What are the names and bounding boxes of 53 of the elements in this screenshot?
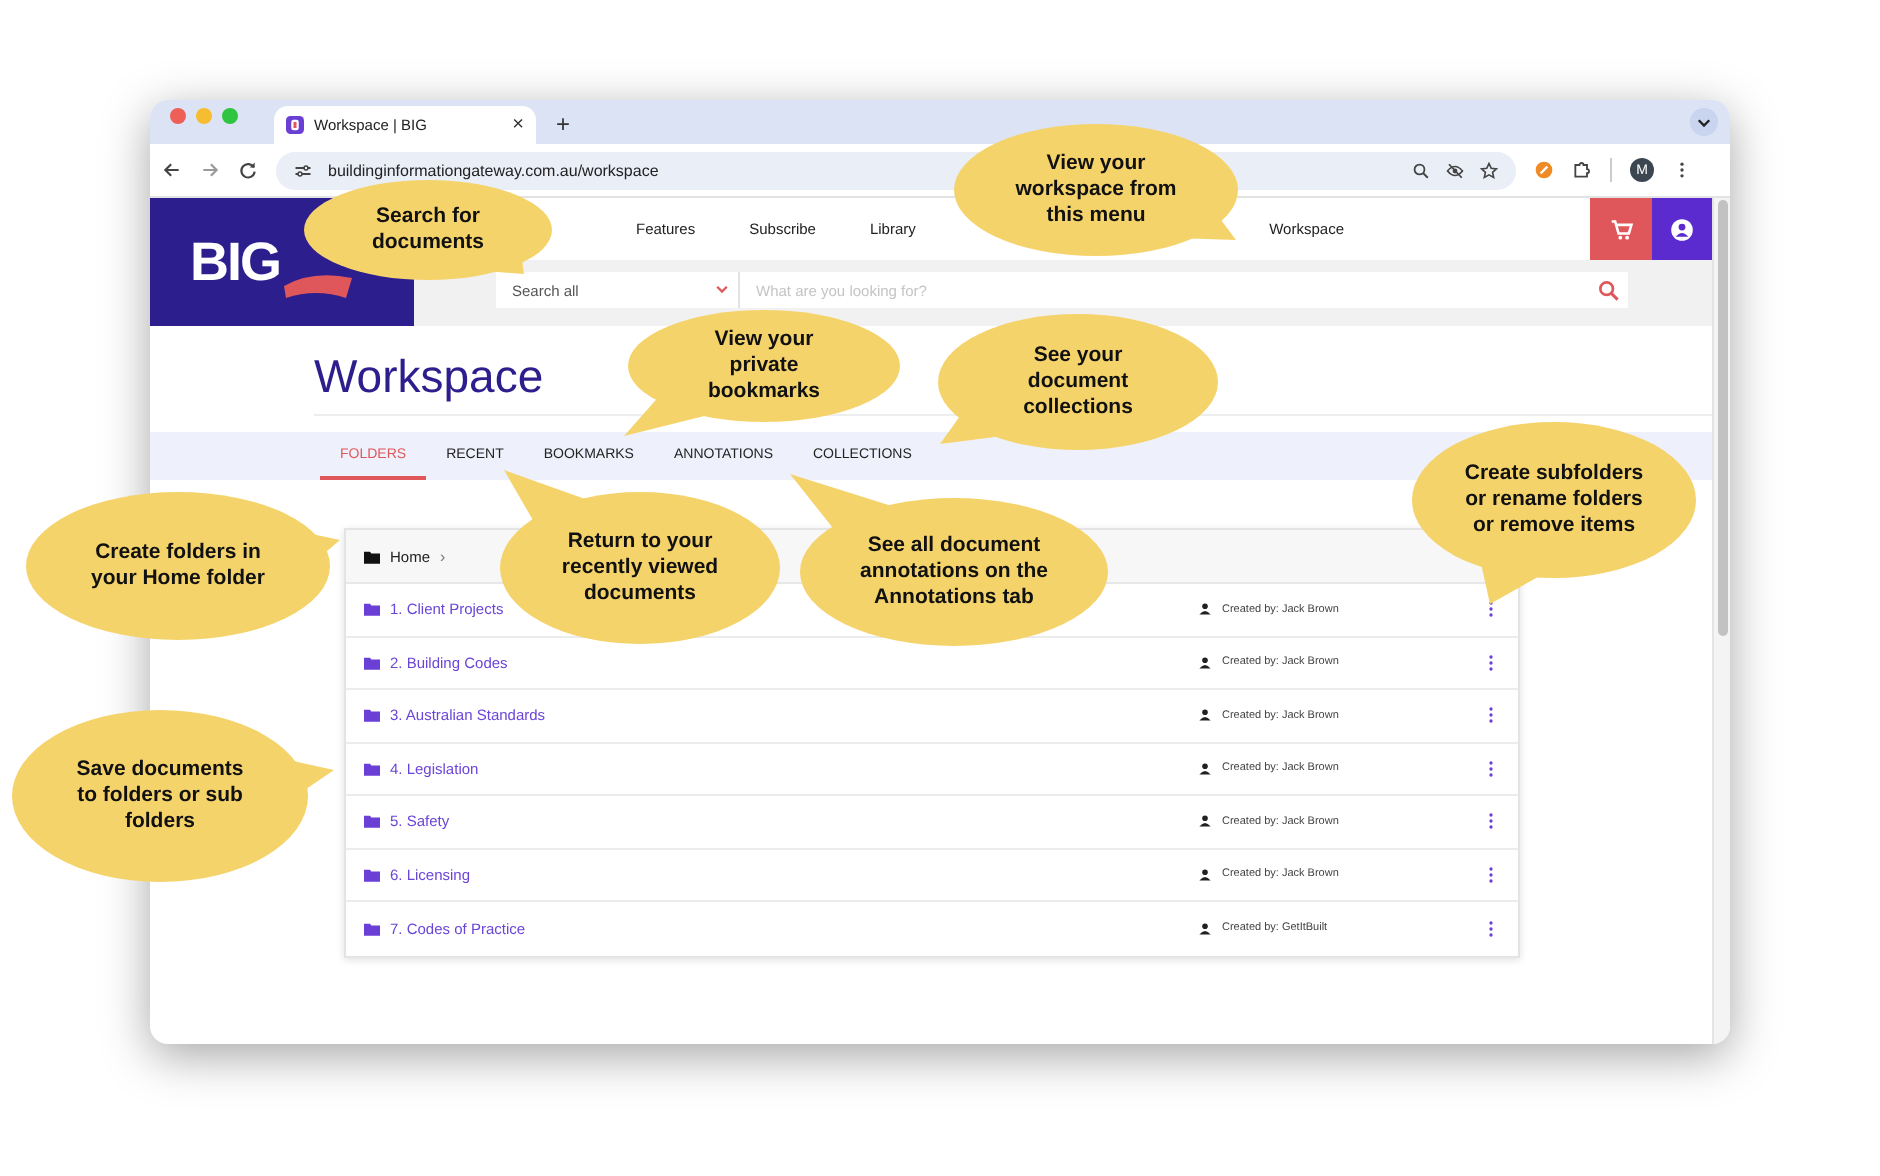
cart-icon	[1609, 217, 1633, 241]
chevron-down-icon[interactable]	[1690, 108, 1718, 136]
person-icon	[1198, 867, 1212, 882]
folder-icon	[364, 708, 380, 723]
forward-icon[interactable]	[200, 160, 220, 180]
cart-button[interactable]	[1590, 198, 1652, 260]
back-icon[interactable]	[162, 160, 182, 180]
scrollbar[interactable]	[1712, 198, 1730, 1044]
person-icon	[1198, 761, 1212, 776]
callout-tooltip: Create folders in your Home folder	[26, 492, 340, 640]
folder-icon	[364, 602, 380, 617]
search-icon[interactable]	[1598, 279, 1620, 301]
reload-icon[interactable]	[238, 160, 258, 180]
callout-tooltip: Return to your recently viewed documents	[500, 470, 780, 644]
kebab-menu-icon[interactable]	[1488, 759, 1494, 778]
person-icon	[1198, 655, 1212, 670]
person-icon	[1198, 708, 1212, 723]
kebab-menu-icon[interactable]	[1488, 706, 1494, 725]
folder-icon	[364, 814, 380, 829]
folder-icon	[364, 921, 380, 936]
person-icon	[1198, 921, 1212, 936]
callout-tooltip: See your document collections	[938, 314, 1218, 450]
page-title: Workspace	[314, 350, 544, 404]
kebab-menu-icon[interactable]	[1488, 919, 1494, 938]
account-button[interactable]	[1652, 198, 1712, 260]
chevron-down-icon	[714, 282, 730, 298]
folder-icon	[364, 549, 380, 563]
favicon-icon	[286, 116, 304, 134]
callout-tooltip: View your workspace from this menu	[954, 124, 1238, 256]
callout-tooltip: Search for documents	[304, 180, 552, 280]
folder-icon	[364, 761, 380, 776]
kebab-menu-icon[interactable]	[1488, 812, 1494, 831]
person-icon	[1198, 814, 1212, 829]
breadcrumb-separator: ›	[440, 547, 446, 565]
callout-tooltip: View your private bookmarks	[624, 310, 900, 436]
puzzle-icon[interactable]	[1572, 160, 1592, 180]
new-tab-button[interactable]: +	[556, 110, 571, 138]
folder-icon	[364, 867, 380, 882]
kebab-menu-icon[interactable]	[1488, 865, 1494, 884]
eye-off-icon[interactable]	[1446, 161, 1464, 179]
callout-tooltip: Save documents to folders or sub folders	[12, 710, 334, 882]
zoom-icon[interactable]	[1412, 161, 1430, 179]
logo-swoosh-icon	[284, 270, 353, 298]
callout-tooltip: Create subfolders or rename folders or remove items	[1412, 422, 1696, 604]
callout-tooltip: See all document annotations on the Annotations tab	[790, 474, 1108, 646]
close-tab-button[interactable]: ×	[512, 114, 524, 136]
kebab-menu-icon[interactable]	[1488, 653, 1494, 672]
star-icon[interactable]	[1480, 161, 1498, 179]
close-window-button[interactable]	[170, 108, 186, 124]
tune-icon[interactable]	[294, 161, 312, 179]
folder-icon	[364, 655, 380, 670]
user-icon	[1670, 217, 1694, 241]
person-icon	[1198, 602, 1212, 617]
